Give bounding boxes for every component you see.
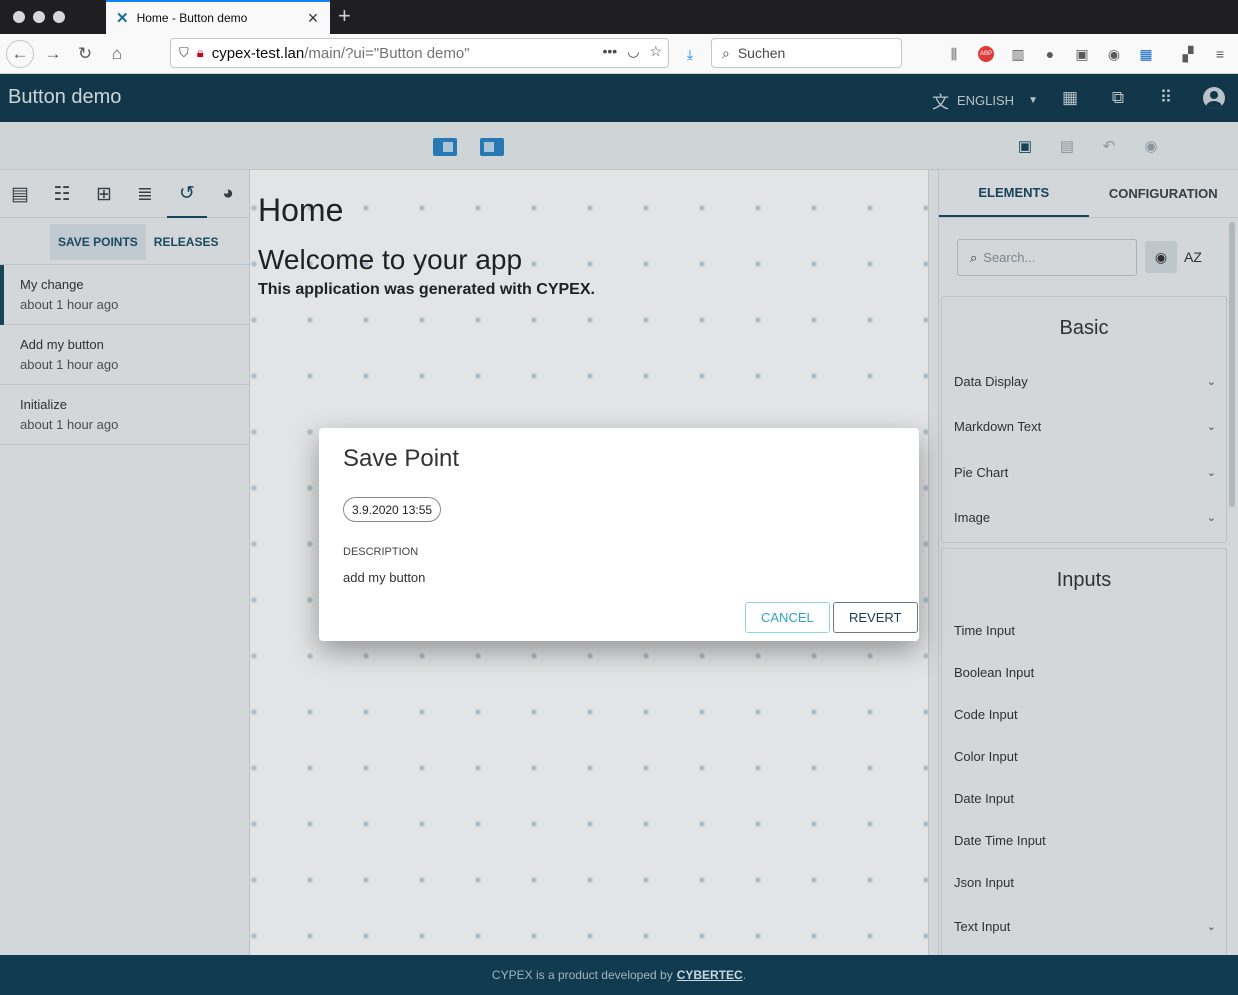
reload-icon[interactable]: ↻ bbox=[71, 40, 99, 68]
url-path: /main/?ui="Button demo" bbox=[304, 44, 470, 62]
footer: CYPEX is a product developed by CYBERTEC… bbox=[0, 955, 1238, 995]
cypex-favicon-icon: ✕ bbox=[116, 10, 129, 27]
home-icon[interactable]: ⌂ bbox=[103, 40, 131, 68]
save-point-dialog: Save Point 3.9.2020 13:55 DESCRIPTION ad… bbox=[319, 428, 919, 641]
hamburger-menu-icon[interactable]: ≡ bbox=[1210, 44, 1230, 64]
insecure-lock-icon: 🔒︎ bbox=[196, 45, 204, 60]
download-icon[interactable]: ⤓ bbox=[680, 44, 700, 64]
url-host: cypex-test.lan bbox=[211, 44, 305, 62]
tab-close-icon[interactable]: × bbox=[306, 9, 320, 27]
new-tab-plus-icon[interactable]: + bbox=[338, 4, 351, 28]
window-minimize-dot[interactable] bbox=[33, 11, 45, 23]
extension-colors-icon[interactable]: ● bbox=[1040, 44, 1060, 64]
date-chip: 3.9.2020 13:55 bbox=[343, 497, 442, 522]
cybertec-link[interactable]: CYBERTEC bbox=[677, 968, 743, 982]
url-bar[interactable]: ⛉ 🔒︎ cypex-test.lan/main/?ui="Button dem… bbox=[170, 38, 669, 68]
browser-search-placeholder: Suchen bbox=[737, 45, 786, 61]
pocket-icon[interactable]: ◡ bbox=[627, 43, 639, 60]
back-arrow-icon[interactable]: ← bbox=[6, 40, 34, 68]
footer-suffix: . bbox=[742, 968, 747, 982]
account-icon[interactable]: ◉ bbox=[1104, 44, 1124, 64]
shield-icon: ⛉ bbox=[179, 45, 189, 60]
window-maximize-dot[interactable] bbox=[53, 11, 65, 23]
forward-arrow-icon[interactable]: → bbox=[39, 40, 67, 68]
browser-search-input[interactable]: ⌕ Suchen bbox=[711, 38, 902, 68]
search-icon: ⌕ bbox=[722, 44, 730, 61]
extension-blue-icon[interactable]: ▦ bbox=[1136, 44, 1156, 64]
adblock-icon[interactable]: ABP bbox=[976, 44, 996, 64]
page-actions-icon[interactable]: ••• bbox=[603, 43, 618, 60]
browser-navbar: ← → ↻ ⌂ ⛉ 🔒︎ cypex-test.lan/main/?ui="Bu… bbox=[0, 34, 1238, 74]
window-close-dot[interactable] bbox=[13, 11, 25, 23]
tab-title: Home - Button demo bbox=[136, 11, 248, 25]
extensions-grid-icon[interactable]: ▞ bbox=[1178, 44, 1198, 64]
library-icon[interactable]: ⫼ bbox=[944, 44, 964, 64]
revert-button[interactable]: REVERT bbox=[833, 602, 918, 633]
browser-tabbar: ✕ Home - Button demo × + bbox=[0, 0, 1238, 34]
reader-sidebar-icon[interactable]: ▥ bbox=[1008, 44, 1028, 64]
footer-text: CYPEX is a product developed by bbox=[491, 968, 673, 982]
bookmark-star-icon[interactable]: ☆ bbox=[649, 43, 662, 60]
cancel-button[interactable]: CANCEL bbox=[745, 602, 830, 633]
image-icon[interactable]: ▣ bbox=[1072, 44, 1092, 64]
browser-tab-active[interactable]: ✕ Home - Button demo × bbox=[106, 0, 330, 34]
description-value: add my button bbox=[343, 570, 426, 585]
description-label: DESCRIPTION bbox=[343, 546, 419, 558]
dialog-title: Save Point bbox=[343, 445, 460, 472]
